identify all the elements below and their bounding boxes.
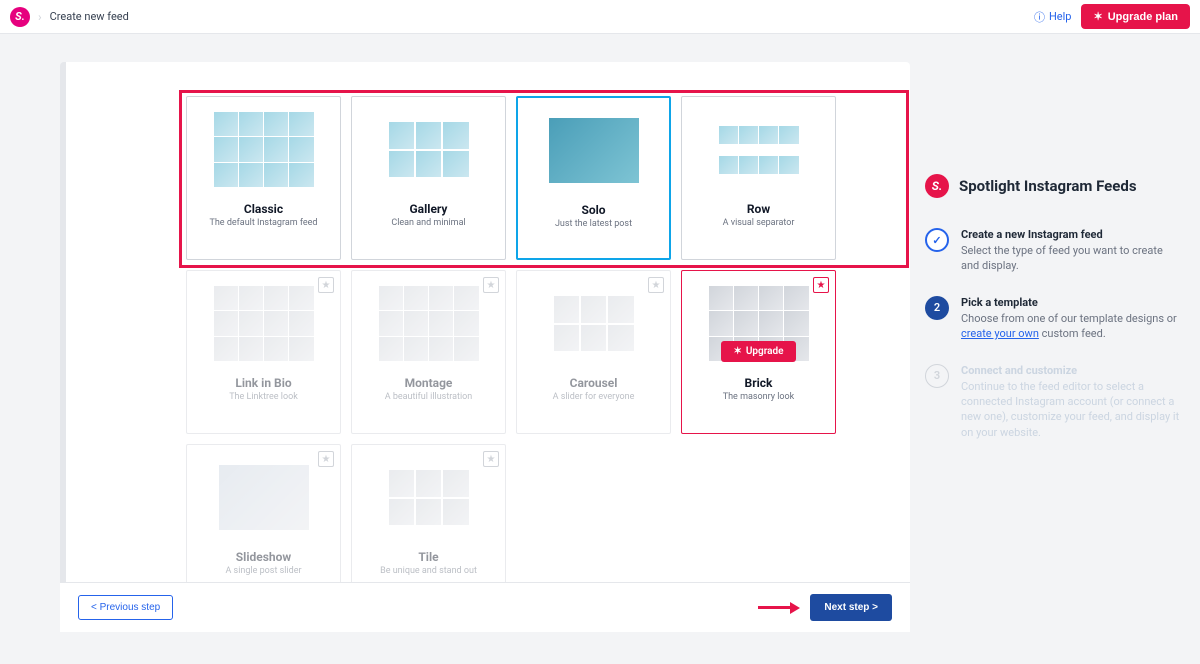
step-3: 3 Connect and customize Continue to the … <box>925 364 1180 441</box>
template-card-classic[interactable]: Classic The default Instagram feed <box>186 96 341 260</box>
upgrade-label: Upgrade plan <box>1108 11 1178 23</box>
topbar-actions: ⓘ Help ✶ Upgrade plan <box>1034 4 1190 29</box>
star-icon: ★ <box>483 277 499 293</box>
template-subtitle: The masonry look <box>723 392 795 402</box>
annotation-arrow <box>758 602 800 614</box>
template-subtitle: Be unique and stand out <box>380 566 477 576</box>
template-subtitle: A single post slider <box>225 566 301 576</box>
star-icon: ★ <box>318 277 334 293</box>
step-2: 2 Pick a template Choose from one of our… <box>925 296 1180 342</box>
template-subtitle: A beautiful illustration <box>385 392 473 402</box>
template-card-gallery[interactable]: Gallery Clean and minimal <box>351 96 506 260</box>
template-card-brick[interactable]: ★ ✶Upgrade Brick The masonry look <box>681 270 836 434</box>
template-preview <box>374 107 484 192</box>
template-title: Slideshow <box>236 550 291 564</box>
step-desc: Continue to the feed editor to select a … <box>961 379 1180 441</box>
right-sidebar: S. Spotlight Instagram Feeds ✓ Create a … <box>915 34 1200 632</box>
step-1: ✓ Create a new Instagram feed Select the… <box>925 228 1180 274</box>
next-step-button[interactable]: Next step > <box>810 594 892 621</box>
template-subtitle: A slider for everyone <box>553 392 635 402</box>
template-subtitle: Just the latest post <box>555 219 632 229</box>
help-label: Help <box>1049 10 1072 23</box>
star-icon: ✶ <box>733 346 741 357</box>
sidebar-brand: S. Spotlight Instagram Feeds <box>925 174 1180 198</box>
help-icon: ⓘ <box>1034 9 1045 25</box>
upgrade-badge[interactable]: ✶Upgrade <box>721 341 795 362</box>
template-title: Gallery <box>410 202 448 216</box>
main-content: Classic The default Instagram feed Gallery… <box>0 34 915 632</box>
steps-list: ✓ Create a new Instagram feed Select the… <box>925 228 1180 440</box>
template-title: Solo <box>581 203 605 217</box>
step-title: Pick a template <box>961 296 1180 309</box>
step-number-icon: 3 <box>925 364 949 388</box>
template-panel: Classic The default Instagram feed Gallery… <box>60 62 910 632</box>
upgrade-plan-button[interactable]: ✶ Upgrade plan <box>1081 4 1190 29</box>
template-subtitle: Clean and minimal <box>391 218 465 228</box>
chevron-right-icon: › <box>38 10 42 24</box>
template-title: Row <box>747 202 770 216</box>
breadcrumb-text: Create new feed <box>50 10 129 23</box>
create-your-own-link[interactable]: create your own <box>961 327 1039 340</box>
template-card-link-in-bio[interactable]: ★ Link in Bio The Linktree look <box>186 270 341 434</box>
star-icon: ★ <box>813 277 829 293</box>
check-icon: ✓ <box>925 228 949 252</box>
step-desc: Select the type of feed you want to crea… <box>961 243 1180 274</box>
template-title: Classic <box>244 202 283 216</box>
template-preview <box>539 281 649 366</box>
template-title: Brick <box>745 376 773 390</box>
template-preview <box>704 107 814 192</box>
star-icon: ★ <box>318 451 334 467</box>
breadcrumb: S. › Create new feed <box>10 7 129 27</box>
template-title: Carousel <box>570 376 618 390</box>
brand-title: Spotlight Instagram Feeds <box>959 177 1137 195</box>
template-card-solo[interactable]: Solo Just the latest post <box>516 96 671 260</box>
step-title: Create a new Instagram feed <box>961 228 1180 241</box>
star-icon: ★ <box>483 451 499 467</box>
template-card-montage[interactable]: ★ Montage A beautiful illustration <box>351 270 506 434</box>
step-title: Connect and customize <box>961 364 1180 377</box>
template-preview <box>374 455 484 540</box>
top-bar: S. › Create new feed ⓘ Help ✶ Upgrade pl… <box>0 0 1200 34</box>
template-title: Tile <box>418 550 438 564</box>
template-preview <box>374 281 484 366</box>
previous-step-button[interactable]: < Previous step <box>78 595 173 620</box>
template-preview <box>209 455 319 540</box>
brand-logo: S. <box>925 174 949 198</box>
template-preview <box>209 107 319 192</box>
template-title: Link in Bio <box>235 376 291 390</box>
app-logo[interactable]: S. <box>10 7 30 27</box>
template-subtitle: The Linktree look <box>229 392 298 402</box>
step-number-icon: 2 <box>925 296 949 320</box>
star-icon: ★ <box>648 277 664 293</box>
template-card-row[interactable]: Row A visual separator <box>681 96 836 260</box>
wizard-footer: < Previous step Next step > <box>60 582 910 632</box>
template-preview <box>539 108 649 193</box>
star-icon: ✶ <box>1093 10 1102 23</box>
template-preview <box>209 281 319 366</box>
template-grid: Classic The default Instagram feed Gallery… <box>66 62 910 608</box>
template-title: Montage <box>405 376 453 390</box>
help-link[interactable]: ⓘ Help <box>1034 9 1072 25</box>
step-desc: Choose from one of our template designs … <box>961 311 1180 342</box>
template-subtitle: A visual separator <box>723 218 795 228</box>
template-card-carousel[interactable]: ★ Carousel A slider for everyone <box>516 270 671 434</box>
template-subtitle: The default Instagram feed <box>209 218 317 228</box>
